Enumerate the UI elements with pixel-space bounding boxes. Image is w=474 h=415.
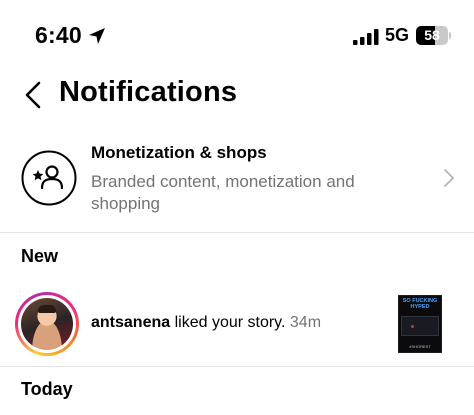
thumbnail-screen — [401, 316, 439, 336]
divider — [0, 366, 474, 367]
notification-time: 34m — [289, 314, 322, 331]
thumbnail-tag: #SHOREST — [409, 344, 431, 349]
location-arrow-icon — [89, 28, 105, 44]
person-star-icon — [21, 150, 77, 206]
monetization-title: Monetization & shops — [91, 143, 267, 162]
page-title: Notifications — [59, 76, 238, 108]
notification-text: antsanena liked your story. 34m — [91, 314, 321, 332]
divider — [0, 232, 474, 233]
monetization-subtitle: Branded content, monetization and shoppi… — [91, 172, 355, 213]
thumbnail-caption: SO FUCKING HYPED — [402, 298, 438, 310]
chevron-right-icon — [444, 169, 454, 187]
story-thumbnail[interactable]: SO FUCKING HYPED #SHOREST — [398, 295, 442, 353]
monetization-shops-row[interactable]: Monetization & shops Branded content, mo… — [0, 128, 474, 232]
avatar[interactable] — [21, 298, 73, 350]
notification-action: liked your story. — [170, 314, 290, 331]
notification-row[interactable]: antsanena liked your story. 34m SO FUCKI… — [0, 288, 474, 362]
status-time: 6:40 — [35, 22, 82, 48]
section-heading-today: Today — [21, 379, 73, 399]
signal-icon — [353, 29, 379, 45]
network-type: 5G — [385, 25, 410, 45]
status-bar: 6:40 5G 58 — [0, 0, 474, 70]
username-link[interactable]: antsanena — [91, 314, 170, 331]
battery-level: 58 — [424, 27, 440, 43]
back-button[interactable] — [22, 80, 46, 110]
battery-icon: 58 — [416, 26, 451, 45]
story-ring — [15, 292, 79, 356]
section-heading-new: New — [21, 246, 59, 266]
